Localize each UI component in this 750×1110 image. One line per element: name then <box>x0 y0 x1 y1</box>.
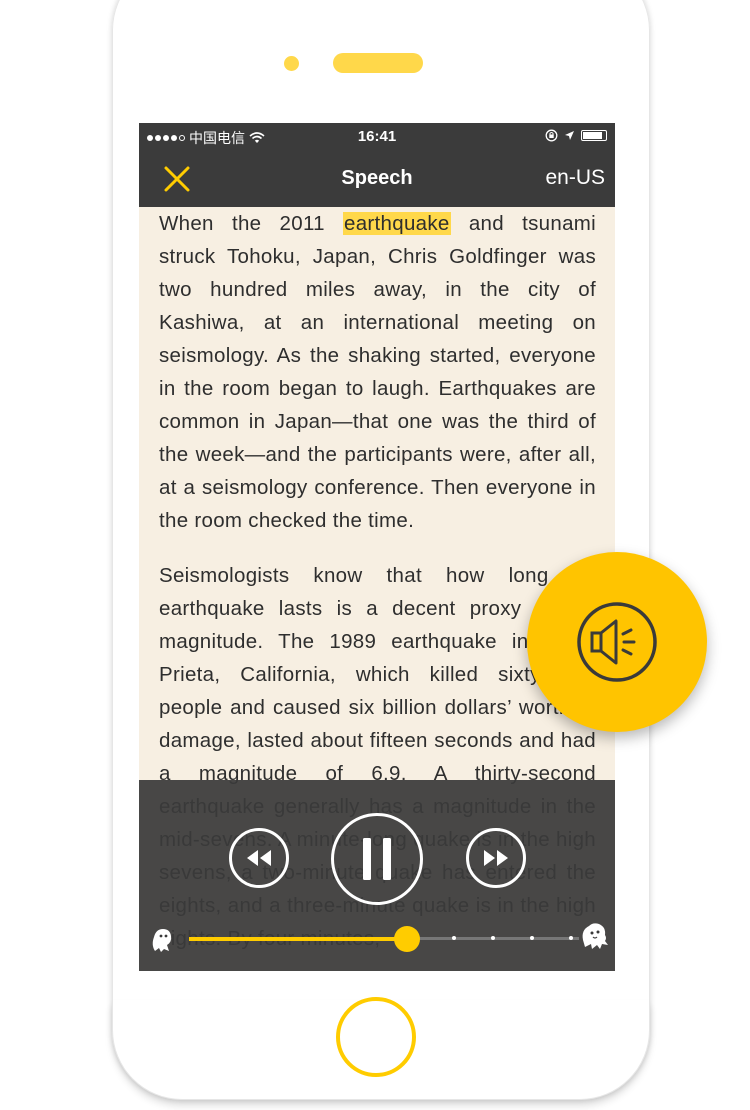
earpiece-speaker <box>333 53 423 73</box>
highlighted-word: earthquake <box>343 212 451 235</box>
rotation-lock-icon <box>545 129 558 142</box>
playback-controls <box>139 780 615 971</box>
fast-forward-button[interactable] <box>466 828 526 888</box>
pause-icon <box>363 838 391 880</box>
pause-button[interactable] <box>331 813 423 905</box>
status-time: 16:41 <box>357 128 397 145</box>
battery-icon <box>581 130 607 141</box>
start-mascot-icon[interactable] <box>149 925 175 953</box>
screen: 中国电信 16:41 Speech en-US When the 2011 ea… <box>139 123 615 971</box>
progress-fill <box>189 937 408 941</box>
progress-slider[interactable] <box>189 926 579 952</box>
language-selector[interactable]: en-US <box>545 166 605 190</box>
speaker-icon <box>577 602 657 682</box>
status-right <box>545 129 607 142</box>
fast-forward-icon <box>484 850 508 866</box>
end-mascot-icon[interactable] <box>579 920 609 952</box>
paragraph-1: When the 2011 earthquake and tsunami str… <box>159 207 596 537</box>
page-title: Speech <box>341 167 413 189</box>
rewind-icon <box>247 850 271 866</box>
status-bar: 中国电信 16:41 <box>139 123 615 151</box>
paragraph-1-start: When the 2011 <box>159 212 344 235</box>
location-icon <box>565 131 574 140</box>
speaker-fab-button[interactable] <box>527 552 707 732</box>
progress-knob[interactable] <box>394 926 421 952</box>
nav-bar: Speech en-US <box>139 151 615 207</box>
paragraph-1-rest: and tsunami struck Tohoku, Japan, Chris … <box>159 212 596 532</box>
front-camera <box>284 56 299 71</box>
home-button[interactable] <box>336 997 416 1077</box>
rewind-button[interactable] <box>229 828 289 888</box>
